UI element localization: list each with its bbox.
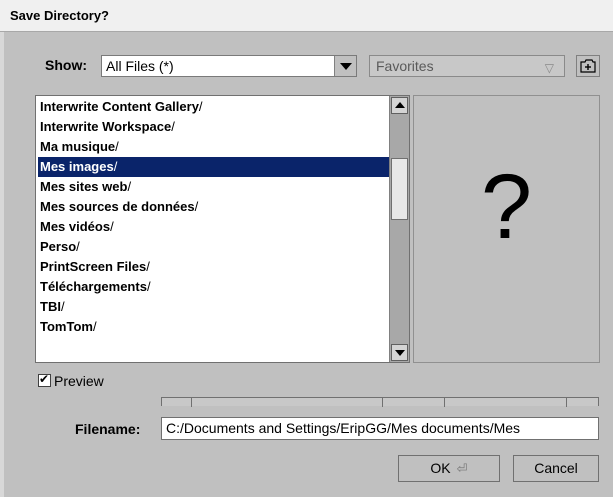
directory-suffix: / <box>127 179 132 194</box>
directory-name: Mes sites web <box>40 179 128 194</box>
arrow-down-icon <box>395 350 405 356</box>
ruler-tick <box>191 398 192 407</box>
directory-name: Interwrite Workspace <box>40 119 172 134</box>
ok-button[interactable]: OK ⏎ <box>398 455 500 482</box>
directory-suffix: / <box>194 199 199 214</box>
directory-name: PrintScreen Files <box>40 259 147 274</box>
directory-list-item[interactable]: Ma musique/ <box>38 137 390 157</box>
directory-name: TBI <box>40 299 61 314</box>
directory-suffix: / <box>115 139 119 154</box>
directory-suffix: / <box>110 219 114 234</box>
title-bar: Save Directory? <box>0 0 613 32</box>
window-frame <box>0 32 4 497</box>
ok-button-label: OK <box>430 460 451 476</box>
ruler-tick <box>566 398 567 407</box>
column-ruler <box>161 397 599 407</box>
directory-list-item[interactable]: Mes sites web/ <box>38 177 390 197</box>
show-label: Show: <box>45 57 87 73</box>
ruler-tick <box>382 398 383 407</box>
new-folder-button[interactable] <box>576 55 600 77</box>
directory-name: Interwrite Content Gallery <box>40 99 199 114</box>
directory-name: Téléchargements <box>40 279 147 294</box>
directory-name: Mes vidéos <box>40 219 111 234</box>
directory-name: Mes sources de données <box>40 199 195 214</box>
ruler-tick <box>444 398 445 407</box>
scroll-up-button[interactable] <box>391 97 408 114</box>
directory-suffix: / <box>60 299 65 314</box>
filename-input[interactable]: C:/Documents and Settings/EripGG/Mes doc… <box>161 417 599 440</box>
arrow-up-icon <box>395 102 405 108</box>
directory-suffix: / <box>113 159 118 174</box>
directory-suffix: / <box>146 279 151 294</box>
directory-list-item[interactable]: Interwrite Content Gallery/ <box>38 97 390 117</box>
scroll-down-button[interactable] <box>391 344 408 361</box>
filename-label: Filename: <box>75 421 141 437</box>
triangle-down-outline-icon: ▽ <box>544 61 554 75</box>
directory-list-item[interactable]: PrintScreen Files/ <box>38 257 390 277</box>
favorites-select[interactable]: Favorites ▽ <box>369 55 565 77</box>
window-title: Save Directory? <box>10 8 109 23</box>
directory-list-item[interactable]: Téléchargements/ <box>38 277 390 297</box>
directory-name: Ma musique <box>40 139 116 154</box>
directory-list-item[interactable]: Mes vidéos/ <box>38 217 390 237</box>
directory-suffix: / <box>146 259 150 274</box>
preview-checkbox-label[interactable]: Preview <box>54 373 104 389</box>
unknown-preview-icon: ? <box>480 156 533 258</box>
show-filter-select[interactable]: All Files (*) <box>101 55 357 77</box>
checkmark-icon: ✔ <box>39 372 50 386</box>
directory-name: TomTom <box>40 319 93 334</box>
show-filter-dropdown-button[interactable] <box>334 56 356 76</box>
directory-suffix: / <box>92 319 97 334</box>
directory-name: Mes images <box>40 159 114 174</box>
directory-suffix: / <box>171 119 175 134</box>
return-icon: ⏎ <box>456 461 468 476</box>
directory-list-item[interactable]: Interwrite Workspace/ <box>38 117 390 137</box>
favorites-value: Favorites <box>376 58 434 74</box>
scroll-thumb[interactable] <box>391 158 408 220</box>
cancel-button[interactable]: Cancel <box>513 455 599 482</box>
show-filter-value: All Files (*) <box>106 58 174 74</box>
directory-list-item[interactable]: Mes sources de données/ <box>38 197 390 217</box>
directory-suffix: / <box>198 99 203 114</box>
preview-checkbox[interactable]: ✔ <box>38 372 51 387</box>
directory-list-item[interactable]: Perso/ <box>38 237 390 257</box>
preview-pane: ? <box>413 95 600 363</box>
directory-name: Perso <box>40 239 77 254</box>
directory-list-item[interactable]: Mes images/ <box>38 157 390 177</box>
chevron-down-icon <box>340 63 352 70</box>
directory-suffix: / <box>76 239 80 254</box>
directory-list-scrollbar[interactable] <box>389 96 409 362</box>
new-folder-icon <box>580 59 596 73</box>
directory-list-item[interactable]: TBI/ <box>38 297 390 317</box>
cancel-button-label: Cancel <box>534 460 578 476</box>
directory-list[interactable]: Interwrite Content Gallery/Interwrite Wo… <box>35 95 410 363</box>
directory-list-item[interactable]: TomTom/ <box>38 317 390 337</box>
